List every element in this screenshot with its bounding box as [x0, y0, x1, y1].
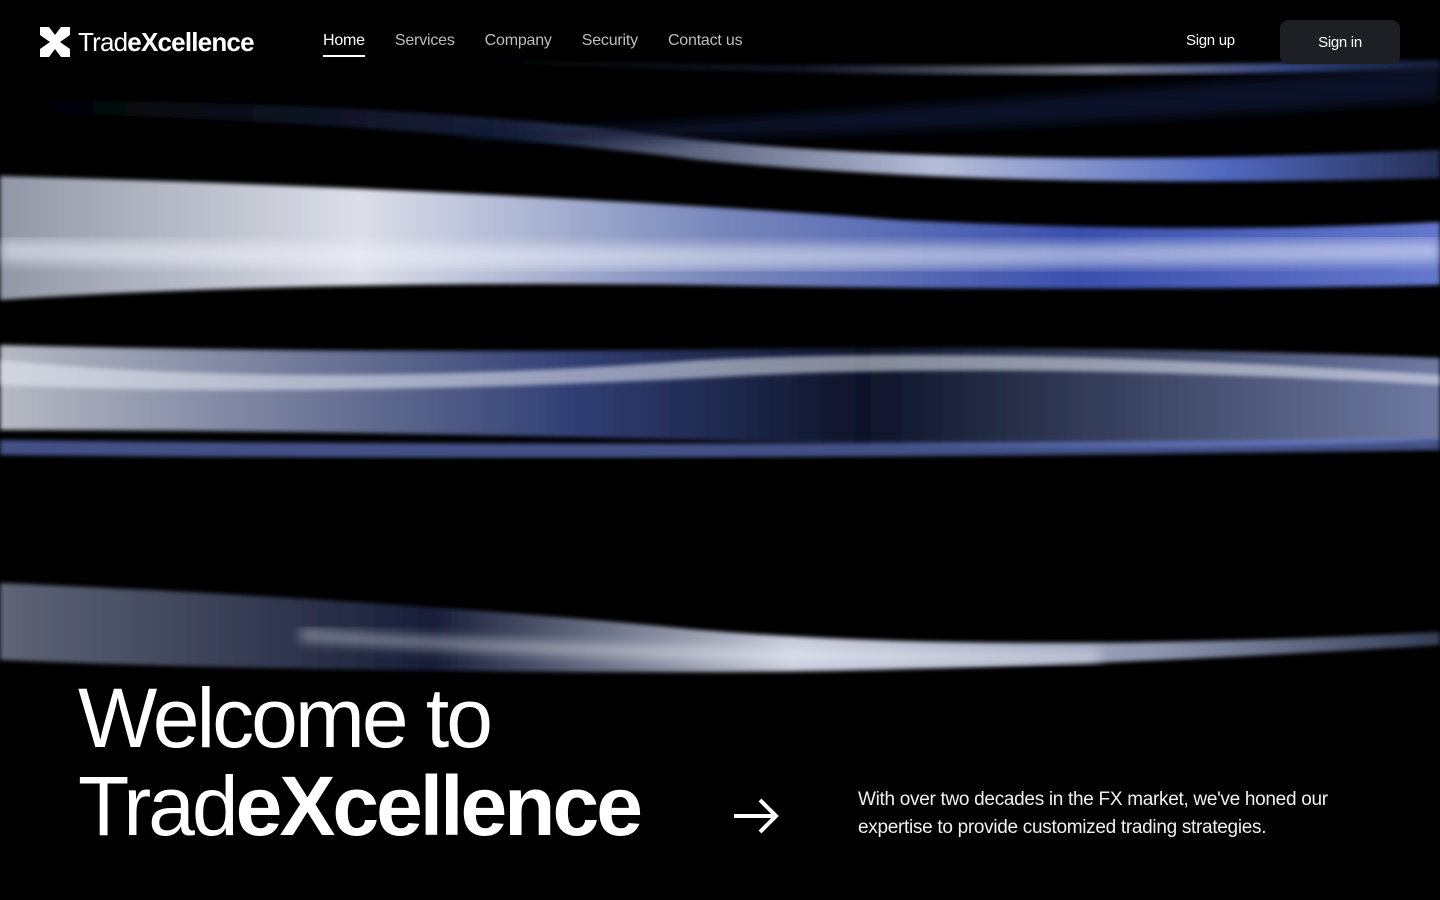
brand-name-bold: eXcellence: [127, 27, 254, 57]
hero-headline-brand-light: Trad: [78, 759, 239, 853]
sign-up-link[interactable]: Sign up: [1186, 32, 1235, 49]
hero-tagline: With over two decades in the FX market, …: [858, 789, 1328, 838]
brand-wordmark: TradeXcellence: [78, 26, 255, 58]
arrow-right-icon[interactable]: [730, 794, 782, 838]
nav-item-contact[interactable]: Contact us: [668, 30, 743, 52]
sign-in-button[interactable]: Sign in: [1280, 20, 1400, 64]
top-navigation-bar: TradeXcellence Home Services Company Sec…: [0, 0, 1440, 84]
main-nav: Home Services Company Security Contact u…: [323, 30, 772, 57]
hero-headline-brand-bold: eXcellence: [235, 759, 643, 853]
nav-item-company[interactable]: Company: [485, 30, 552, 52]
brand-logo[interactable]: TradeXcellence: [40, 26, 255, 58]
hero-headline-line1: Welcome to: [78, 671, 493, 765]
nav-item-security[interactable]: Security: [582, 30, 638, 52]
x-logo-icon: [40, 27, 70, 57]
nav-item-home[interactable]: Home: [323, 30, 365, 57]
hero-headline-line2: TradeXcellence: [78, 759, 643, 853]
brand-name-light: Trad: [78, 27, 128, 57]
nav-item-services[interactable]: Services: [395, 30, 455, 52]
hero-headline: Welcome to TradeXcellence: [78, 671, 643, 853]
